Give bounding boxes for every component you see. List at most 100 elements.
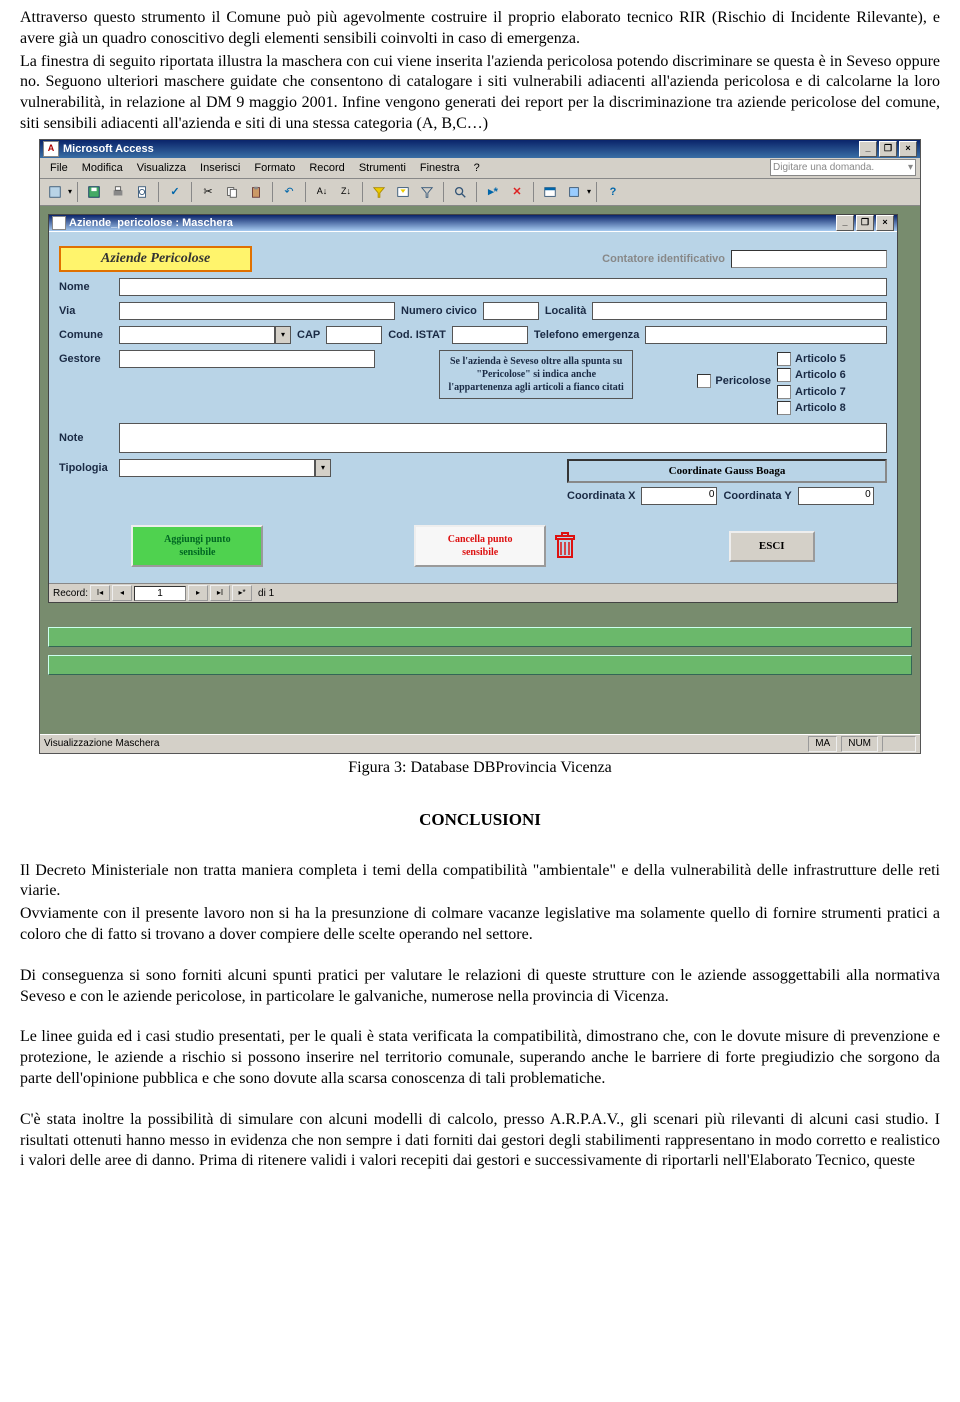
menu-help[interactable]: ? bbox=[468, 159, 486, 177]
art7-label: Articolo 7 bbox=[795, 385, 846, 399]
localita-field[interactable] bbox=[592, 302, 887, 320]
preview-button[interactable] bbox=[131, 181, 153, 203]
comune-dropdown[interactable]: ▾ bbox=[119, 326, 291, 344]
nome-label: Nome bbox=[59, 280, 113, 294]
contatore-label: Contatore identificativo bbox=[602, 252, 725, 266]
paste-button[interactable] bbox=[245, 181, 267, 203]
restore-button[interactable]: ❐ bbox=[879, 141, 897, 157]
help-button[interactable]: ? bbox=[602, 181, 624, 203]
ask-dropdown-icon: ▾ bbox=[908, 161, 913, 174]
record-position[interactable]: 1 bbox=[134, 586, 186, 601]
conclusion-heading: CONCLUSIONI bbox=[20, 809, 940, 831]
coordx-field[interactable]: 0 bbox=[641, 487, 717, 505]
new-record-button[interactable]: ▸* bbox=[482, 181, 504, 203]
find-button[interactable] bbox=[449, 181, 471, 203]
ask-question-box[interactable]: Digitare una domanda. ▾ bbox=[770, 159, 916, 176]
menu-record[interactable]: Record bbox=[303, 159, 350, 177]
tipologia-dropdown[interactable]: ▾ bbox=[119, 459, 331, 477]
delete-record-button[interactable]: ✕ bbox=[506, 181, 528, 203]
print-button[interactable] bbox=[107, 181, 129, 203]
record-prev-button[interactable]: ◂ bbox=[112, 585, 132, 601]
art7-checkbox[interactable] bbox=[777, 385, 791, 399]
istat-field[interactable] bbox=[452, 326, 528, 344]
via-field[interactable] bbox=[119, 302, 395, 320]
view-button[interactable] bbox=[44, 181, 66, 203]
form-title-text: Aziende_pericolose : Maschera bbox=[69, 216, 233, 230]
form-heading-panel: Aziende Pericolose bbox=[59, 246, 252, 272]
main-title: Microsoft Access bbox=[63, 142, 855, 156]
art6-checkbox[interactable] bbox=[777, 368, 791, 382]
form-window-icon bbox=[52, 216, 66, 230]
form-minimize-button[interactable]: _ bbox=[836, 215, 854, 231]
filter-form-button[interactable] bbox=[392, 181, 414, 203]
art5-label: Articolo 5 bbox=[795, 352, 846, 366]
menu-inserisci[interactable]: Inserisci bbox=[194, 159, 246, 177]
art5-checkbox[interactable] bbox=[777, 352, 791, 366]
menu-modifica[interactable]: Modifica bbox=[76, 159, 129, 177]
via-label: Via bbox=[59, 304, 113, 318]
record-first-button[interactable]: I◂ bbox=[90, 585, 110, 601]
gestore-label: Gestore bbox=[59, 352, 113, 366]
menu-file[interactable]: File bbox=[44, 159, 74, 177]
close-button[interactable]: × bbox=[899, 141, 917, 157]
cap-label: CAP bbox=[297, 328, 320, 342]
exit-button[interactable]: ESCI bbox=[729, 531, 815, 561]
status-empty bbox=[882, 736, 916, 752]
seveso-note: Se l'azienda è Seveso oltre alla spunta … bbox=[439, 350, 633, 399]
background-panels bbox=[48, 627, 920, 675]
apply-filter-button[interactable] bbox=[416, 181, 438, 203]
intro-paragraph-2: La finestra di seguito riportata illustr… bbox=[20, 52, 940, 135]
istat-label: Cod. ISTAT bbox=[388, 328, 446, 342]
add-point-button[interactable]: Aggiungi punto sensibile bbox=[131, 525, 263, 567]
statusbar: Visualizzazione Maschera MA NUM bbox=[40, 734, 920, 753]
record-last-button[interactable]: ▸I bbox=[210, 585, 230, 601]
comune-label: Comune bbox=[59, 328, 113, 342]
gauss-panel: Coordinate Gauss Boaga bbox=[567, 459, 887, 483]
tel-label: Telefono emergenza bbox=[534, 328, 640, 342]
coordy-field[interactable]: 0 bbox=[798, 487, 874, 505]
menubar: File Modifica Visualizza Inserisci Forma… bbox=[40, 158, 920, 179]
gestore-field[interactable] bbox=[119, 350, 375, 368]
menu-visualizza[interactable]: Visualizza bbox=[131, 159, 192, 177]
note-field[interactable] bbox=[119, 423, 887, 453]
status-ma: MA bbox=[808, 736, 837, 752]
filter-selection-button[interactable] bbox=[368, 181, 390, 203]
cut-button[interactable]: ✂ bbox=[197, 181, 219, 203]
save-button[interactable] bbox=[83, 181, 105, 203]
delete-point-button[interactable]: Cancella punto sensibile bbox=[414, 525, 546, 567]
tel-field[interactable] bbox=[645, 326, 887, 344]
cap-field[interactable] bbox=[326, 326, 382, 344]
art6-label: Articolo 6 bbox=[795, 368, 846, 382]
pericolose-checkbox[interactable] bbox=[697, 374, 711, 388]
sort-asc-button[interactable]: A↓ bbox=[311, 181, 333, 203]
conclusion-p2: Ovviamente con il presente lavoro non si… bbox=[20, 904, 940, 946]
nome-field[interactable] bbox=[119, 278, 887, 296]
spell-button[interactable]: ✓ bbox=[164, 181, 186, 203]
art8-label: Articolo 8 bbox=[795, 401, 846, 415]
numciv-field[interactable] bbox=[483, 302, 539, 320]
record-label: Record: bbox=[53, 587, 88, 600]
form-restore-button[interactable]: ❐ bbox=[856, 215, 874, 231]
status-num: NUM bbox=[841, 736, 878, 752]
localita-label: Località bbox=[545, 304, 587, 318]
copy-button[interactable] bbox=[221, 181, 243, 203]
db-window-button[interactable] bbox=[539, 181, 561, 203]
sort-desc-button[interactable]: Z↓ bbox=[335, 181, 357, 203]
record-new-button[interactable]: ▸* bbox=[232, 585, 252, 601]
minimize-button[interactable]: _ bbox=[859, 141, 877, 157]
art8-checkbox[interactable] bbox=[777, 401, 791, 415]
form-close-button[interactable]: × bbox=[876, 215, 894, 231]
record-navigator: Record: I◂ ◂ 1 ▸ ▸I ▸* di 1 bbox=[49, 583, 897, 602]
undo-button[interactable]: ↶ bbox=[278, 181, 300, 203]
menu-finestra[interactable]: Finestra bbox=[414, 159, 466, 177]
record-of-label: di 1 bbox=[258, 587, 274, 600]
toolbar: ▾ ✓ ✂ ↶ A↓ Z↓ bbox=[40, 179, 920, 206]
note-label: Note bbox=[59, 431, 113, 445]
main-titlebar: A Microsoft Access _ ❐ × bbox=[40, 140, 920, 158]
new-object-button[interactable] bbox=[563, 181, 585, 203]
contatore-field[interactable] bbox=[731, 250, 887, 268]
record-next-button[interactable]: ▸ bbox=[188, 585, 208, 601]
menu-formato[interactable]: Formato bbox=[248, 159, 301, 177]
menu-strumenti[interactable]: Strumenti bbox=[353, 159, 412, 177]
numciv-label: Numero civico bbox=[401, 304, 477, 318]
